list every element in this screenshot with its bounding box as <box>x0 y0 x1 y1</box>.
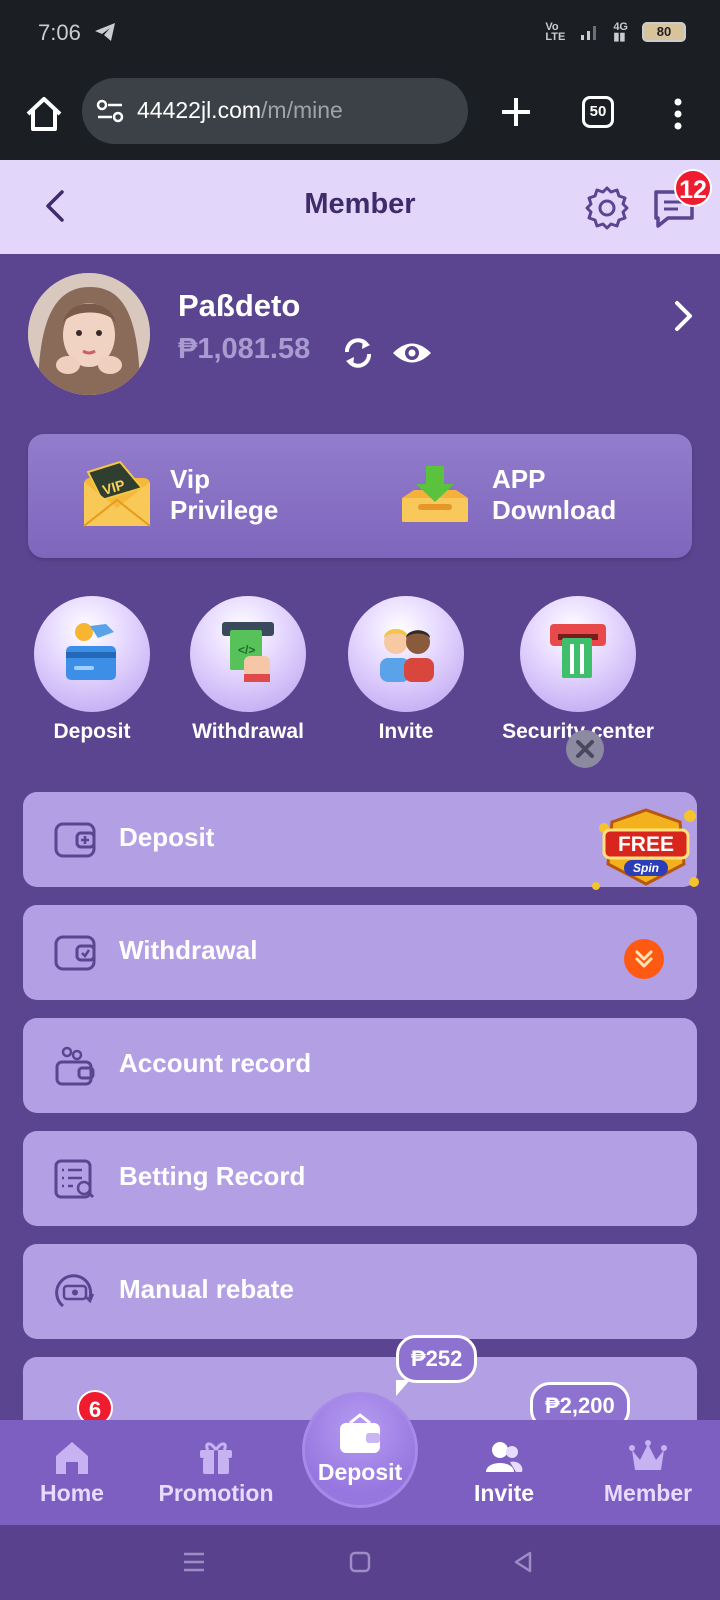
nav-promotion[interactable]: Promotion <box>146 1438 286 1507</box>
status-time: 7:06 <box>38 20 81 45</box>
nav-deposit-button[interactable]: Deposit <box>302 1392 418 1508</box>
invite-friends-icon <box>380 629 434 682</box>
tab-switcher-button[interactable]: 50 <box>582 96 614 128</box>
gear-icon[interactable] <box>584 184 630 230</box>
promo-card: VIP Vip Privilege APP Download <box>28 434 692 558</box>
avatar-image <box>28 273 150 395</box>
menu-label-betting-record: Betting Record <box>119 1161 306 1191</box>
message-count-badge: 12 <box>674 169 712 207</box>
wallet-plus-icon <box>54 822 96 858</box>
deposit-hand-card-icon <box>66 623 116 680</box>
vip-privilege-link[interactable]: Vip Privilege <box>170 464 278 526</box>
refresh-icon[interactable] <box>339 334 377 372</box>
url-text: 44422jl.com/m/mine <box>137 97 343 124</box>
deposit-quick-label: Deposit <box>53 720 131 743</box>
member-page: Member 12 Paßdeto ₱1,081.58 VIP Vip Priv… <box>0 160 720 1525</box>
quick-action-withdrawal[interactable]: </> Withdrawal <box>158 596 338 744</box>
menu-item-withdrawal[interactable]: Withdrawal <box>23 905 697 1000</box>
url-domain: 44422jl.com <box>137 97 262 123</box>
nav-invite-label: Invite <box>473 1480 535 1506</box>
wallet-check-icon <box>54 935 96 971</box>
menu-label-withdrawal: Withdrawal <box>119 935 258 965</box>
eye-icon[interactable] <box>391 338 433 368</box>
balance-amount: ₱1,081.58 <box>178 333 311 365</box>
menu-label-account-record: Account record <box>119 1048 312 1078</box>
security-quick-circle[interactable] <box>520 596 636 712</box>
withdrawal-quick-label: Withdrawal <box>192 720 304 743</box>
menu-label-manual-rebate: Manual rebate <box>119 1274 294 1304</box>
chevron-right-icon[interactable] <box>672 298 696 334</box>
network-4g-icon: 4G ▮▮ <box>613 21 628 43</box>
app-download-link[interactable]: APP Download <box>492 464 616 526</box>
double-chevron-down-icon[interactable] <box>624 939 664 979</box>
app-download-icon[interactable] <box>398 462 472 528</box>
nav-home-label: Home <box>40 1480 104 1506</box>
spin-text: Spin <box>633 861 659 875</box>
quick-action-invite[interactable]: Invite <box>316 596 496 744</box>
address-bar[interactable]: 44422jl.com/m/mine <box>82 78 468 144</box>
nav-promotion-label: Promotion <box>158 1480 274 1506</box>
wallet-nav-icon <box>340 1413 380 1453</box>
menu-item-account-record[interactable]: Account record <box>23 1018 697 1113</box>
nav-deposit-label: Deposit <box>317 1459 403 1485</box>
cash-rebate-icon <box>55 1274 95 1308</box>
quick-action-deposit[interactable]: Deposit <box>2 596 182 744</box>
quick-action-security-center[interactable]: Security center <box>488 596 668 744</box>
menu-item-manual-rebate[interactable]: Manual rebate <box>23 1244 697 1339</box>
invite-quick-label: Invite <box>378 720 434 743</box>
withdrawal-quick-circle[interactable]: </> <box>190 596 306 712</box>
deposit-bonus-chip: ₱252 <box>396 1335 478 1396</box>
crown-icon <box>629 1440 667 1470</box>
browser-toolbar: 44422jl.com/m/mine 50 <box>0 70 720 160</box>
invite-quick-circle[interactable] <box>348 596 464 712</box>
menu-label-deposit: Deposit <box>119 822 215 852</box>
signal-icon <box>581 26 597 40</box>
status-icons: Vo LTE 4G ▮▮ 80 <box>545 21 686 43</box>
deposit-bonus-amount: ₱252 <box>411 1346 463 1371</box>
back-triangle-icon[interactable] <box>512 1551 534 1573</box>
system-navigation-bar <box>0 1525 720 1600</box>
free-spin-icon[interactable]: FREE Spin <box>590 800 702 896</box>
nav-home[interactable]: Home <box>2 1438 142 1507</box>
more-menu-icon[interactable] <box>664 92 692 136</box>
deposit-quick-circle[interactable] <box>34 596 150 712</box>
volte-icon: Vo LTE <box>545 21 566 43</box>
withdrawal-atm-cash-icon: </> <box>222 622 274 682</box>
recents-menu-icon[interactable] <box>182 1551 206 1573</box>
nav-member-label: Member <box>603 1480 693 1506</box>
nav-member[interactable]: Member <box>578 1438 718 1507</box>
status-bar: 7:06 Vo LTE 4G ▮▮ 80 <box>0 0 720 70</box>
home-icon[interactable] <box>22 92 66 136</box>
nav-invite[interactable]: Invite <box>434 1438 574 1507</box>
avatar[interactable] <box>28 273 150 395</box>
page-header: Member 12 <box>0 160 720 254</box>
home-nav-icon <box>56 1442 88 1474</box>
wallet-coins-icon <box>55 1046 95 1086</box>
people-icon <box>486 1442 523 1472</box>
username: Paßdeto <box>178 288 301 323</box>
site-settings-icon[interactable] <box>96 98 124 124</box>
invite-bonus-amount: ₱2,200 <box>545 1393 615 1418</box>
svg-text:</>: </> <box>238 643 255 657</box>
close-icon <box>576 740 594 758</box>
url-path: /m/mine <box>261 97 343 123</box>
list-search-icon <box>54 1159 95 1199</box>
free-spin-text: FREE <box>618 833 674 856</box>
home-square-icon[interactable] <box>349 1551 371 1573</box>
vip-envelope-icon[interactable]: VIP <box>80 458 154 532</box>
security-atm-card-icon <box>550 624 606 678</box>
battery-icon: 80 <box>642 22 686 42</box>
new-tab-icon[interactable] <box>494 90 538 134</box>
close-floating-ad-button[interactable] <box>566 730 604 768</box>
gift-icon <box>200 1442 232 1474</box>
telegram-icon <box>95 23 115 41</box>
menu-item-betting-record[interactable]: Betting Record <box>23 1131 697 1226</box>
